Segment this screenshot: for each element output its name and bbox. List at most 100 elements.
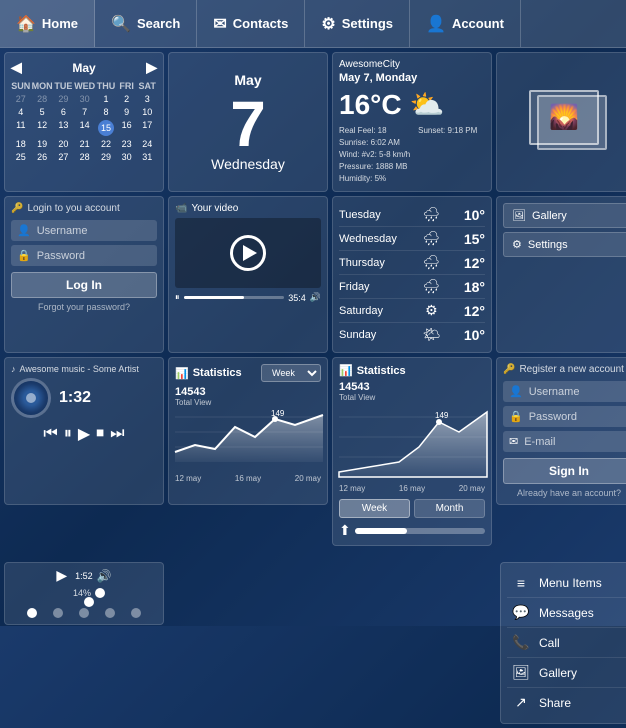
reg-username-input[interactable] [529,386,626,398]
cal-day[interactable]: 17 [137,119,157,137]
dot-1[interactable] [27,608,37,618]
slider-thumb-1[interactable] [95,588,105,598]
already-account[interactable]: Already have an account? [503,488,626,498]
dot-3[interactable] [79,608,89,618]
chart2-icon: 📊 [339,364,353,377]
register-icon: 🔑 [503,364,515,375]
menu-item-call[interactable]: 📞 Call [507,628,626,658]
cal-prev[interactable]: ◀ [11,59,22,76]
nav-account[interactable]: 👤 Account [410,0,521,47]
menu-item-menu[interactable]: ≡ Menu Items [507,569,626,598]
cal-day[interactable]: 16 [117,119,137,137]
forgot-password[interactable]: Forgot your password? [11,302,157,312]
cal-day[interactable]: 7 [74,106,95,118]
signin-button[interactable]: Sign In [503,458,626,484]
account-icon: 👤 [426,14,446,34]
next-button[interactable]: ⏭ [110,425,124,443]
menu-item-gallery[interactable]: 🖼 Gallery [507,658,626,688]
photo-panel: 🌄 [496,52,626,192]
cal-day[interactable]: 2 [117,93,137,105]
reg-email-icon: ✉ [509,435,518,448]
settings-button[interactable]: ⚙ Settings [503,232,626,257]
play-triangle-icon [243,245,257,261]
cal-day[interactable]: 25 [11,151,31,163]
dot-2[interactable] [53,608,63,618]
cal-day[interactable]: 5 [32,106,53,118]
cal-day[interactable]: 29 [54,93,74,105]
login-button[interactable]: Log In [11,272,157,298]
cal-day[interactable]: 11 [11,119,31,137]
cal-day[interactable]: 28 [32,93,53,105]
nav-search[interactable]: 🔍 Search [95,0,197,47]
month-button[interactable]: Month [414,499,485,518]
menu-panel: ≡ Menu Items 💬 Messages 📞 Call 🖼 Gallery… [500,562,626,724]
login-panel: 🔑 Login to you account 👤 🔒 Log In Forgot… [4,196,164,353]
cal-day[interactable]: 30 [74,93,95,105]
reg-email-input[interactable] [524,436,626,448]
cal-day[interactable]: 13 [54,119,74,137]
prev-button[interactable]: ⏮ [43,425,57,443]
main-grid: ◀ May ▶ SUN MON TUE WED THU FRI SAT 27 2… [0,48,626,550]
cal-day[interactable]: 21 [74,138,95,150]
reg-password-input[interactable] [529,411,626,423]
cal-day[interactable]: 10 [137,106,157,118]
nav-settings[interactable]: ⚙ Settings [305,0,410,47]
cal-day[interactable]: 23 [117,138,137,150]
gallery-button[interactable]: 🖼 Gallery [503,203,626,228]
nav-home[interactable]: 🏠 Home [0,0,95,47]
slider-thumb-2[interactable] [84,597,94,607]
cal-next[interactable]: ▶ [146,59,157,76]
forecast-day-label: Saturday [339,305,399,317]
cal-day[interactable]: 12 [32,119,53,137]
forecast-panel: Tuesday 🌧 10° Wednesday 🌧 15° Thursday 🌧… [332,196,492,353]
username-input[interactable] [37,225,151,237]
audio-play-icon[interactable]: ▶ [56,567,67,584]
cal-day[interactable]: 3 [137,93,157,105]
cal-day[interactable]: 19 [32,138,53,150]
cal-day[interactable]: 15 [96,119,116,137]
stats1-title: 📊 Statistics [175,367,242,380]
forecast-day-label: Sunday [339,329,399,341]
cal-day[interactable]: 4 [11,106,31,118]
cal-day[interactable]: 6 [54,106,74,118]
menu-item-share[interactable]: ↗ Share [507,688,626,717]
slider-row-1: 14% [73,588,95,598]
menu-item-messages[interactable]: 💬 Messages [507,598,626,628]
stop-button[interactable]: ⏹ [96,425,104,443]
nav-contacts[interactable]: ✉ Contacts [197,0,305,47]
play-music-button[interactable]: ▶ [78,424,90,444]
cal-day[interactable]: 8 [96,106,116,118]
cal-day[interactable]: 27 [11,93,31,105]
cal-day[interactable]: 14 [74,119,95,137]
week-button[interactable]: Week [339,499,410,518]
cal-day[interactable]: 26 [32,151,53,163]
play-button[interactable] [230,235,266,271]
cal-day[interactable]: 27 [54,151,74,163]
lock-icon: 🔒 [17,249,31,262]
dot-4[interactable] [105,608,115,618]
stats1-dropdown[interactable]: Week Month [261,364,321,382]
cal-day[interactable]: 9 [117,106,137,118]
cal-day[interactable]: 18 [11,138,31,150]
cal-day[interactable]: 28 [74,151,95,163]
cal-day[interactable]: 20 [54,138,74,150]
weather-date: May 7, Monday [339,72,485,84]
stats1-label: Total View [175,398,321,407]
cal-day[interactable]: 22 [96,138,116,150]
pause-button[interactable]: ⏸ [64,425,72,443]
photo-stack: 🌄 [529,90,609,155]
cal-day[interactable]: 31 [137,151,157,163]
dot-5[interactable] [131,608,141,618]
photo-front: 🌄 [529,90,599,145]
cal-day[interactable]: 30 [117,151,137,163]
video-progress-bar[interactable] [184,296,285,299]
cal-day[interactable]: 1 [96,93,116,105]
forecast-temp: 15° [464,231,485,247]
gallery-icon: 🖼 [512,209,526,222]
cal-day[interactable]: 29 [96,151,116,163]
password-input[interactable] [37,250,151,262]
cal-dow-mon: MON [32,80,53,92]
video-thumbnail[interactable] [175,218,321,288]
cal-day[interactable]: 24 [137,138,157,150]
date-day: 7 [230,92,266,156]
